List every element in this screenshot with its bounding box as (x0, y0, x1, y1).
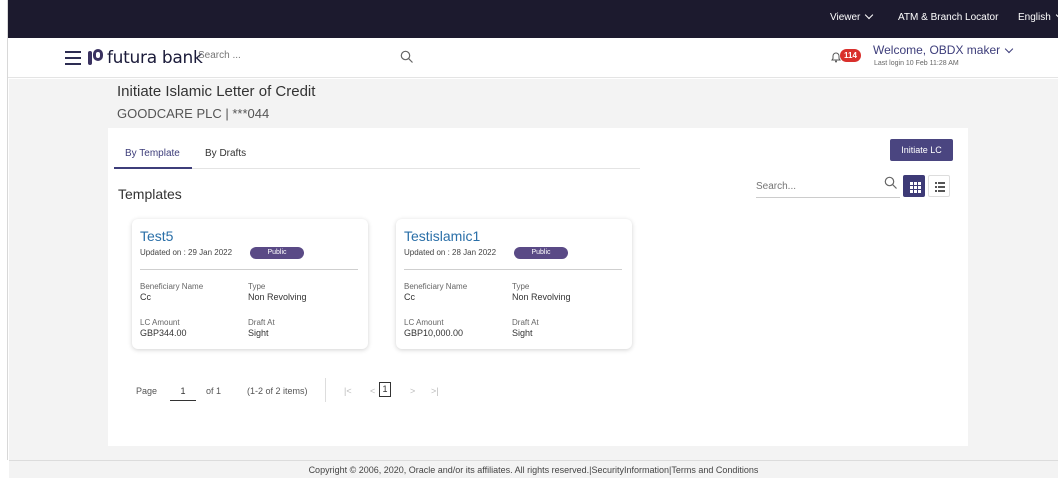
amount-value: GBP10,000.00 (404, 328, 464, 338)
page-label: Page (136, 386, 158, 396)
template-card[interactable]: Testislamic1 Updated on : 28 Jan 2022 Pu… (396, 219, 632, 349)
global-search-input[interactable] (198, 50, 388, 61)
card-divider (140, 269, 358, 270)
welcome-text: Welcome, OBDX maker (873, 43, 1001, 57)
visibility-badge: Public (250, 247, 304, 259)
draft-label: Draft At (512, 318, 539, 327)
beneficiary-label: Beneficiary Name (404, 282, 468, 291)
search-icon[interactable] (400, 50, 414, 64)
logo[interactable]: futura bank (88, 47, 203, 69)
logo-icon (88, 49, 104, 67)
chevron-down-icon (1004, 44, 1014, 54)
app-header: futura bank 114 Welcome, OBDX maker Last… (8, 38, 1058, 78)
viewer-label: Viewer (830, 12, 861, 23)
account-info: GOODCARE PLC | ***044 (117, 106, 270, 121)
amount-label: LC Amount (140, 318, 180, 327)
viewer-menu[interactable]: Viewer (830, 10, 874, 23)
card-divider (404, 269, 622, 270)
template-name[interactable]: Test5 (140, 228, 173, 244)
logo-text: futura bank (107, 48, 203, 68)
first-page-button[interactable]: |< (344, 386, 352, 396)
templates-title: Templates (118, 186, 182, 202)
language-menu[interactable]: English (1018, 10, 1058, 23)
hamburger-icon[interactable] (65, 51, 81, 65)
tab-by-drafts[interactable]: By Drafts (205, 148, 246, 159)
page-count: of 1 (206, 386, 222, 396)
page-title: Initiate Islamic Letter of Credit (117, 83, 316, 100)
beneficiary-label: Beneficiary Name (140, 282, 204, 291)
amount-value: GBP344.00 (140, 328, 187, 338)
amount-label: LC Amount (404, 318, 444, 327)
beneficiary-value: Cc (140, 292, 151, 302)
draft-value: Sight (248, 328, 269, 338)
top-bar: Viewer ATM & Branch Locator English (8, 0, 1058, 38)
atm-branch-locator-link[interactable]: ATM & Branch Locator (898, 12, 998, 23)
previous-page-button[interactable]: < (370, 386, 375, 396)
tab-by-template[interactable]: By Template (125, 148, 180, 159)
last-page-button[interactable]: >| (431, 386, 439, 396)
last-login: Last login 10 Feb 11:28 AM (874, 60, 959, 67)
notifications[interactable]: 114 (830, 48, 864, 66)
language-label: English (1018, 12, 1051, 23)
template-name[interactable]: Testislamic1 (404, 228, 480, 244)
type-value: Non Revolving (248, 292, 307, 302)
template-updated: Updated on : 28 Jan 2022 (404, 248, 497, 257)
search-icon[interactable] (884, 176, 898, 190)
pager-divider (325, 378, 326, 402)
active-tab-indicator (114, 167, 192, 169)
type-value: Non Revolving (512, 292, 571, 302)
template-card[interactable]: Test5 Updated on : 29 Jan 2022 Public Be… (132, 219, 368, 349)
footer: Copyright © 2006, 2020, Oracle and/or it… (9, 460, 1058, 478)
template-updated: Updated on : 29 Jan 2022 (140, 248, 233, 257)
type-label: Type (512, 282, 530, 291)
grid-view-icon[interactable] (903, 175, 925, 197)
notification-badge: 114 (840, 49, 861, 62)
current-page-button[interactable]: 1 (379, 382, 391, 397)
left-frame (0, 0, 8, 460)
chevron-down-icon (865, 10, 874, 20)
next-page-button[interactable]: > (410, 386, 415, 396)
user-menu[interactable]: Welcome, OBDX maker (873, 43, 1014, 57)
template-search-input[interactable] (756, 176, 900, 198)
tab-divider (114, 168, 640, 169)
type-label: Type (248, 282, 266, 291)
draft-value: Sight (512, 328, 533, 338)
beneficiary-value: Cc (404, 292, 415, 302)
items-count: (1-2 of 2 items) (247, 386, 308, 396)
page-number-input[interactable]: 1 (170, 386, 196, 401)
initiate-lc-button[interactable]: Initiate LC (890, 139, 953, 161)
draft-label: Draft At (248, 318, 275, 327)
list-view-icon[interactable] (928, 175, 950, 197)
visibility-badge: Public (514, 247, 568, 259)
